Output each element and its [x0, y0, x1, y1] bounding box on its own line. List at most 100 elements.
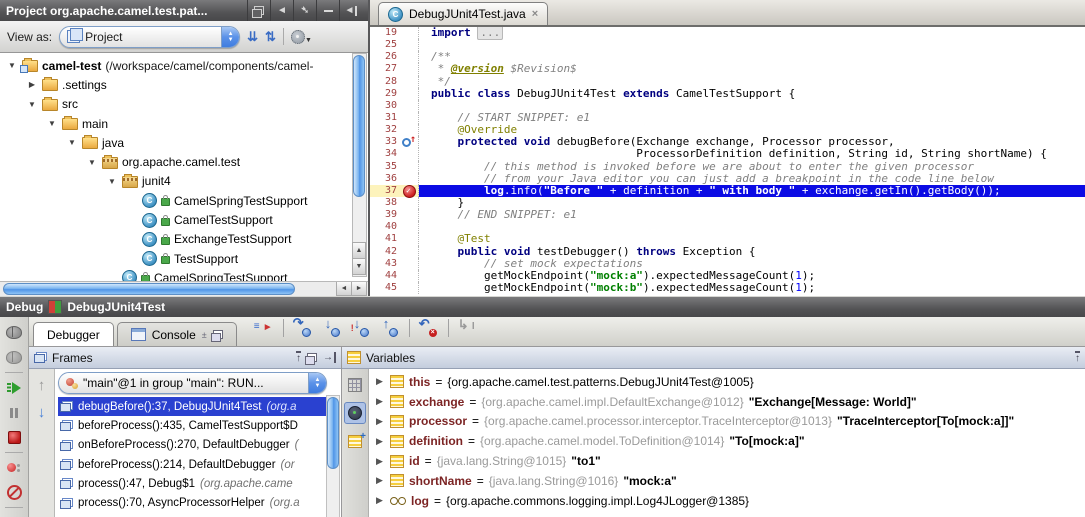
float-tab-icon[interactable]: [213, 330, 223, 339]
view-as-dropdown[interactable]: Project ▲▼: [59, 26, 240, 48]
run-to-cursor-button[interactable]: ↳ I: [458, 320, 478, 338]
hide-panel-icon[interactable]: ◄: [339, 0, 362, 21]
watch-mode-button[interactable]: [344, 402, 366, 424]
frame-row[interactable]: beforeProcess():435, CamelTestSupport$D: [58, 416, 327, 435]
expand-all-icon[interactable]: ⇊: [247, 29, 258, 45]
gutter-slot[interactable]: [401, 161, 419, 173]
scroll-to-source-icon[interactable]: ◄: [270, 0, 293, 21]
gutter-slot[interactable]: [401, 76, 419, 88]
gutter-slot[interactable]: [401, 173, 419, 185]
expand-icon[interactable]: ▶: [376, 456, 385, 467]
tree-toggle-icon[interactable]: ▼: [66, 138, 78, 147]
variable-row[interactable]: ▶processor={org.apache.camel.processor.i…: [369, 412, 1085, 432]
next-frame-icon[interactable]: ↓: [38, 404, 46, 421]
restore-panel-icon[interactable]: ↑: [296, 351, 301, 364]
gutter-slot[interactable]: [401, 27, 419, 39]
gutter-slot[interactable]: [401, 39, 419, 51]
frame-row[interactable]: onBeforeProcess():270, DefaultDebugger (: [58, 436, 327, 455]
code-line-25[interactable]: 25: [370, 39, 1085, 51]
tree-toggle-icon[interactable]: ▼: [86, 158, 98, 167]
gutter-slot[interactable]: [401, 88, 419, 100]
tree-toggle-icon[interactable]: ▼: [26, 100, 38, 109]
scroll-down-button[interactable]: ▼: [352, 258, 366, 275]
gutter-slot[interactable]: [401, 258, 419, 270]
tree-toggle-icon[interactable]: ▼: [6, 61, 18, 70]
tree-toggle-icon[interactable]: ▼: [46, 119, 58, 128]
variable-row[interactable]: ▶shortName={java.lang.String@1016}"mock:…: [369, 471, 1085, 491]
float-panel-icon[interactable]: [307, 353, 317, 362]
tree-item-CamelSpringTestSupport[interactable]: CCamelSpringTestSupport: [0, 268, 368, 281]
show-execution-point-button[interactable]: ≡ ►: [254, 320, 274, 338]
tab-console[interactable]: Console ±: [117, 322, 237, 346]
gutter-slot[interactable]: [401, 51, 419, 63]
tree-item-ExchangeTestSupport[interactable]: CExchangeTestSupport: [0, 230, 368, 249]
frames-vscrollbar[interactable]: [326, 395, 340, 517]
gutter-slot[interactable]: [401, 233, 419, 245]
code-line-29[interactable]: 29public class DebugJUnit4Test extends C…: [370, 88, 1085, 100]
tree-item-junit4[interactable]: ▼junit4: [0, 172, 368, 191]
scroll-right-button[interactable]: ►: [351, 282, 367, 296]
expand-icon[interactable]: ▶: [376, 436, 385, 447]
evaluate-expression-button[interactable]: [345, 375, 365, 395]
frame-row[interactable]: process():47, Debug$1 (org.apache.came: [58, 474, 327, 493]
tree-item-camel-test[interactable]: ▼camel-test (/workspace/camel/components…: [0, 56, 368, 75]
thread-dropdown[interactable]: "main"@1 in group "main": RUN... ▲▼: [58, 372, 327, 394]
gutter-slot[interactable]: [401, 185, 419, 197]
tree-item-TestSupport[interactable]: CTestSupport: [0, 249, 368, 268]
gutter-slot[interactable]: [401, 197, 419, 209]
step-out-button[interactable]: ↑: [380, 320, 400, 338]
gutter-slot[interactable]: [401, 282, 419, 294]
pause-program-button[interactable]: [0, 400, 28, 425]
tree-item-CamelTestSupport[interactable]: CCamelTestSupport: [0, 210, 368, 229]
gutter-slot[interactable]: [401, 63, 419, 75]
project-tree-hscrollbar[interactable]: ◄ ►: [0, 281, 368, 296]
tree-toggle-icon[interactable]: ▼: [106, 177, 118, 186]
gutter-slot[interactable]: [401, 246, 419, 258]
code-line-45[interactable]: 45 getMockEndpoint("mock:b").expectedMes…: [370, 282, 1085, 294]
code-line-27[interactable]: 27 * @version $Revision$: [370, 63, 1085, 75]
project-tree-vscrollbar[interactable]: ▲ ▼: [352, 53, 367, 277]
hscroll-thumb[interactable]: [3, 283, 295, 295]
variable-row[interactable]: ▶id={java.lang.String@1015}"to1": [369, 451, 1085, 471]
tree-item-main[interactable]: ▼main: [0, 114, 368, 133]
collapse-all-icon[interactable]: ⇅: [265, 29, 276, 45]
frame-row[interactable]: beforeProcess():214, DefaultDebugger (or: [58, 455, 327, 474]
editor-tab-debugjunit4test[interactable]: C DebugJUnit4Test.java ×: [378, 2, 548, 25]
frame-row[interactable]: process():70, AsyncProcessorHelper (org.…: [58, 493, 327, 512]
gutter-slot[interactable]: [401, 136, 419, 148]
variable-row[interactable]: ▶exchange={org.apache.camel.impl.Default…: [369, 392, 1085, 412]
gutter-slot[interactable]: [401, 270, 419, 282]
expand-icon[interactable]: ▶: [376, 416, 385, 427]
resume-program-button[interactable]: [0, 375, 28, 400]
tree-item-.settings[interactable]: ▶.settings: [0, 75, 368, 94]
add-watch-button[interactable]: [345, 431, 365, 451]
tree-item-org.apache.camel.test[interactable]: ▼org.apache.camel.test: [0, 152, 368, 171]
expand-icon[interactable]: ▶: [376, 495, 385, 506]
gutter-slot[interactable]: [401, 148, 419, 160]
rerun-debug-button[interactable]: [0, 320, 28, 345]
minimize-icon[interactable]: [316, 0, 339, 21]
force-step-into-button[interactable]: ↓ !: [351, 320, 371, 338]
drop-frame-button[interactable]: ↶×: [419, 320, 439, 338]
tree-item-CamelSpringTestSupport[interactable]: CCamelSpringTestSupport: [0, 191, 368, 210]
frame-row[interactable]: debugBefore():37, DebugJUnit4Test (org.a: [58, 397, 327, 416]
tab-debugger[interactable]: Debugger: [33, 322, 114, 346]
pin-icon[interactable]: ➴: [293, 0, 316, 21]
debug-settings-button[interactable]: [0, 345, 28, 370]
float-window-icon[interactable]: [247, 0, 270, 21]
variable-row[interactable]: ▶this={org.apache.camel.test.patterns.De…: [369, 372, 1085, 392]
overrides-method-icon[interactable]: [402, 136, 417, 148]
vscroll-thumb[interactable]: [327, 397, 339, 469]
restore-panel-icon[interactable]: ↑: [1075, 351, 1080, 364]
tree-item-src[interactable]: ▼src: [0, 95, 368, 114]
expand-icon[interactable]: ▶: [376, 376, 385, 387]
hide-panel-icon[interactable]: →: [323, 352, 336, 363]
code-editor[interactable]: 19import ...2526/**27 * @version $Revisi…: [370, 27, 1085, 296]
code-line-37[interactable]: 37 log.info("Before " + definition + " w…: [370, 185, 1085, 197]
tree-toggle-icon[interactable]: ▶: [26, 80, 38, 89]
view-breakpoints-button[interactable]: [0, 455, 28, 480]
code-line-39[interactable]: 39 // END SNIPPET: e1: [370, 209, 1085, 221]
scroll-up-button[interactable]: ▲: [352, 242, 366, 259]
previous-frame-icon[interactable]: ↑: [38, 377, 46, 394]
settings-gear-button[interactable]: ▼: [291, 30, 312, 44]
